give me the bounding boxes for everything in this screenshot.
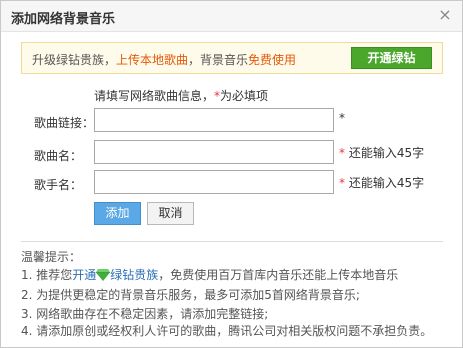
dialog-title: 添加网络背景音乐 [11,12,116,27]
form-hint-prefix: 请填写网络歌曲信息， [94,89,215,103]
close-icon[interactable]: × [437,6,453,24]
tip-3: 3. 网络歌曲存在不稳定因素，请添加完整链接; [21,307,269,321]
dialog-titlebar: 添加网络背景音乐 × [1,1,462,32]
divider [21,241,443,242]
form-hint: 请填写网络歌曲信息，*为必填项 [94,87,268,104]
promo-text-part3: ，背景音乐 [188,53,249,67]
green-diamond-icon [96,269,111,284]
singer-limit-note: 还能输入45字 [348,176,425,190]
tip-1: 1. 推荐您开通 绿钻贵族，免费使用百万首库内音乐还能上传本地音乐 [21,266,398,284]
add-network-music-dialog: 添加网络背景音乐 × 升级绿钻贵族，上传本地歌曲，背景音乐免费使用 开通绿钻 请… [0,0,463,348]
cancel-button[interactable]: 取消 [147,202,194,225]
singer-required-star: * [339,176,345,190]
promo-banner: 升级绿钻贵族，上传本地歌曲，背景音乐免费使用 开通绿钻 [21,42,443,74]
form-hint-suffix: 为必填项 [220,89,269,103]
promo-text-part1: 升级绿钻贵族， [32,53,117,67]
song-link-input[interactable] [94,108,334,132]
open-green-diamond-button[interactable]: 开通绿钻 [351,47,432,69]
promo-text-free-use: 免费使用 [248,53,297,67]
tip-1-prefix: 1. 推荐您 [21,268,73,282]
tip-1-suffix: ，免费使用百万首库内音乐还能上传本地音乐 [158,268,399,282]
song-link-label: 歌曲链接： [34,116,95,130]
song-name-required-star: * [339,146,345,160]
tip-2: 2. 为提供更稳定的背景音乐服务，最多可添加5首网络背景音乐; [21,288,360,302]
add-button[interactable]: 添加 [94,202,141,225]
tip-4: 4. 请添加原创或经权利人许可的歌曲，腾讯公司对相关版权问题不承担负责。 [21,324,433,338]
singer-label: 歌手名： [34,178,83,192]
tips-title: 温馨提示： [21,250,82,264]
promo-text: 升级绿钻贵族，上传本地歌曲，背景音乐免费使用 [32,51,296,68]
song-link-required-star: * [339,111,345,125]
tip-1-green-diamond-link[interactable]: 绿钻贵族 [110,268,158,282]
singer-input[interactable] [94,170,334,194]
singer-note: * 还能输入45字 [339,174,424,191]
promo-text-upload-local: 上传本地歌曲 [116,53,189,67]
song-name-note: * 还能输入45字 [339,144,424,161]
song-name-limit-note: 还能输入45字 [348,146,425,160]
song-name-label: 歌曲名： [34,149,83,163]
song-name-input[interactable] [94,140,334,164]
tip-1-open-link[interactable]: 开通 [72,268,96,282]
